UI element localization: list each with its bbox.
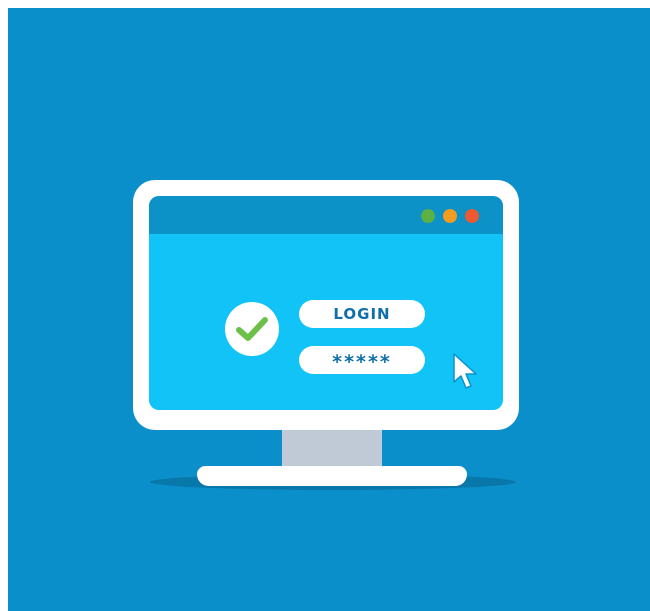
mouse-pointer-icon <box>453 353 477 389</box>
window-titlebar <box>149 196 503 234</box>
monitor-frame: LOGIN ***** <box>133 180 519 430</box>
monitor-neck <box>282 428 382 470</box>
password-mask: ***** <box>332 351 392 373</box>
minimize-dot-icon[interactable] <box>421 209 435 223</box>
password-field[interactable]: ***** <box>299 346 425 374</box>
login-label: LOGIN <box>333 305 391 323</box>
maximize-dot-icon[interactable] <box>443 209 457 223</box>
login-field[interactable]: LOGIN <box>299 300 425 328</box>
monitor-stand-base <box>197 466 467 486</box>
monitor-screen: LOGIN ***** <box>149 196 503 410</box>
checkmark-icon <box>236 317 268 341</box>
close-dot-icon[interactable] <box>465 209 479 223</box>
checkmark-badge <box>225 302 279 356</box>
